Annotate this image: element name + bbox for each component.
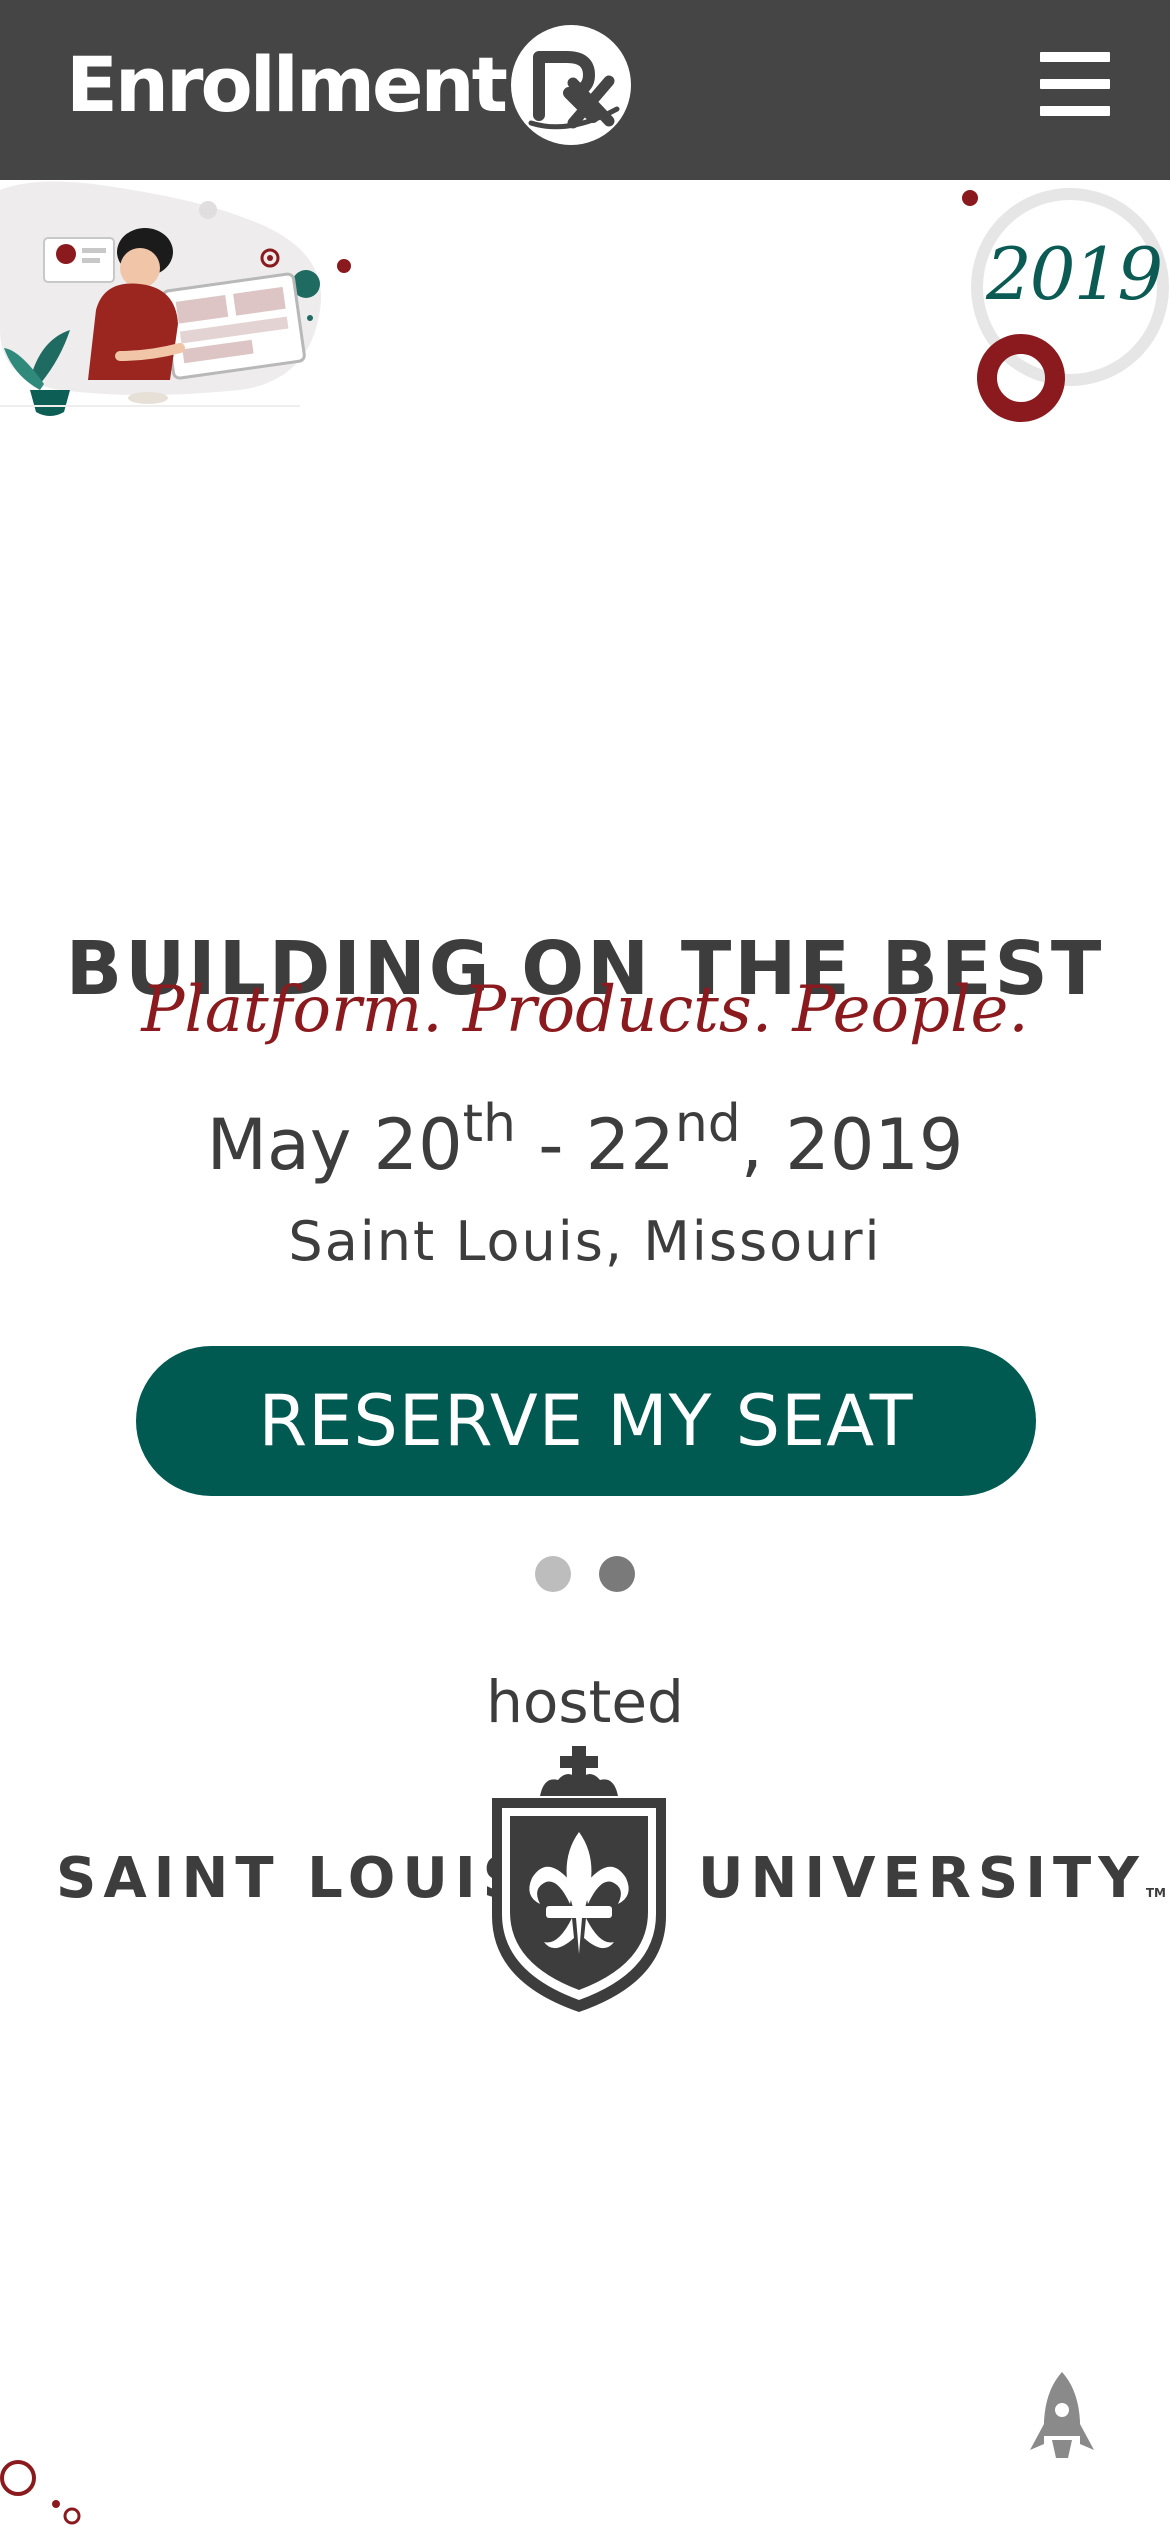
person-at-computer-illustration bbox=[0, 181, 351, 416]
host-name-right: UNIVERSITYTM bbox=[698, 1846, 1166, 1911]
date-separator: - bbox=[515, 1104, 586, 1186]
hamburger-menu-icon[interactable] bbox=[1040, 52, 1110, 116]
fleur-de-lis-shield-icon bbox=[492, 1746, 666, 2012]
event-year-badge: 2019 bbox=[986, 232, 1163, 316]
event-dates: May 20th - 22nd, 2019 bbox=[0, 1098, 1170, 1186]
event-location: Saint Louis, Missouri bbox=[288, 1210, 882, 1273]
host-name-left: SAINT LOUIS bbox=[56, 1846, 531, 1911]
carousel-dot-2-active[interactable] bbox=[599, 1556, 635, 1592]
reserve-my-seat-button[interactable]: RESERVE MY SEAT bbox=[136, 1346, 1036, 1496]
carousel-dot-1[interactable] bbox=[535, 1556, 571, 1592]
date-start-suffix: th bbox=[462, 1094, 516, 1154]
event-tagline: Platform. Products. People. bbox=[141, 973, 1029, 1047]
rocket-icon[interactable] bbox=[1028, 2370, 1096, 2474]
carousel-pagination bbox=[535, 1556, 635, 1592]
trademark-symbol: TM bbox=[1145, 1886, 1166, 1900]
date-year: , 2019 bbox=[740, 1104, 964, 1186]
enrollmentrx-logo[interactable]: Enrollment bbox=[66, 22, 633, 148]
logo-wordmark: Enrollment bbox=[66, 40, 508, 129]
menu-bar bbox=[1040, 52, 1110, 62]
logo-rx-mark-icon bbox=[511, 25, 631, 145]
host-name-right-text: UNIVERSITY bbox=[698, 1846, 1146, 1911]
date-start-day: May 20 bbox=[206, 1104, 463, 1186]
hosted-label: hosted bbox=[486, 1668, 684, 1736]
date-end-day: 22 bbox=[585, 1104, 675, 1186]
top-navigation-bar: Enrollment bbox=[0, 0, 1170, 180]
corner-circles-decoration bbox=[0, 2460, 81, 2525]
menu-bar bbox=[1040, 79, 1110, 89]
date-end-suffix: nd bbox=[674, 1094, 741, 1154]
menu-bar bbox=[1040, 106, 1110, 116]
